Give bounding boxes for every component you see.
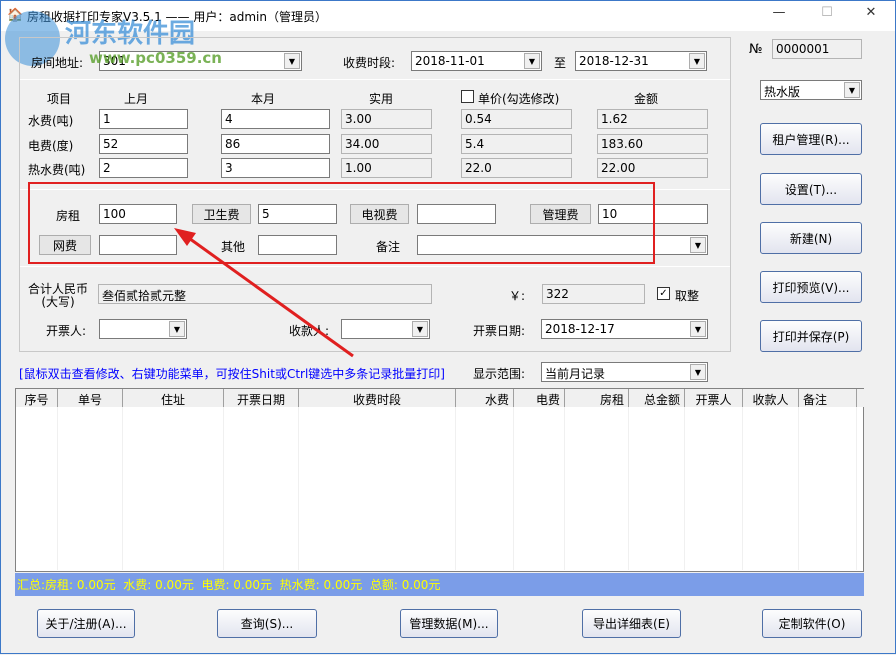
total-caps-label: 合计人民币 (大写) — [28, 283, 88, 309]
round-label: 取整 — [675, 287, 699, 304]
price-edit-checkbox[interactable] — [461, 90, 474, 103]
round-checkbox[interactable]: ✓ — [657, 287, 670, 300]
issuer-combo[interactable]: ▼ — [99, 319, 187, 339]
issuer-label: 开票人: — [46, 322, 86, 339]
column-header[interactable]: 收费时段 — [299, 389, 456, 407]
amount-field: 22.00 — [597, 158, 708, 178]
chevron-down-icon: ▼ — [690, 364, 706, 380]
watermark-url: www.pc0359.cn — [89, 49, 222, 67]
range-combo[interactable]: 当前月记录▼ — [541, 362, 708, 382]
minimize-button[interactable]: — — [764, 5, 794, 20]
period-label: 收费时段: — [343, 54, 395, 71]
chevron-down-icon: ▼ — [524, 53, 540, 69]
tenant-management-button[interactable]: 租户管理(R)... — [760, 123, 862, 155]
print-save-button[interactable]: 打印并保存(P) — [760, 320, 862, 352]
price-field: 5.4 — [461, 134, 572, 154]
price-field: 0.54 — [461, 109, 572, 129]
chevron-down-icon: ▼ — [844, 82, 860, 98]
column-header[interactable]: 水费 — [456, 389, 514, 407]
records-table[interactable]: 序号 单号 住址 开票日期 收费时段 水费 电费 房租 总金额 开票人 收款人 … — [15, 388, 864, 572]
payee-combo[interactable]: ▼ — [341, 319, 430, 339]
total-caps-field: 叁佰贰拾贰元整 — [98, 284, 432, 304]
to-label: 至 — [554, 54, 566, 71]
this-input[interactable]: 86 — [221, 134, 330, 154]
total-amount-field: 322 — [542, 284, 645, 304]
new-button[interactable]: 新建(N) — [760, 222, 862, 254]
amount-field: 1.62 — [597, 109, 708, 129]
column-header[interactable]: 房租 — [565, 389, 629, 407]
print-preview-button[interactable]: 打印预览(V)... — [760, 271, 862, 303]
about-register-button[interactable]: 关于/注册(A)... — [37, 609, 135, 638]
chevron-down-icon: ▼ — [169, 321, 185, 337]
address-label: 房间地址: — [31, 54, 83, 71]
header-used: 实用 — [369, 90, 393, 107]
column-header[interactable]: 收款人 — [743, 389, 799, 407]
period-from-combo[interactable]: 2018-11-01▼ — [411, 51, 542, 71]
amount-field: 183.60 — [597, 134, 708, 154]
edition-combo[interactable]: 热水版▼ — [760, 80, 862, 100]
settings-button[interactable]: 设置(T)... — [760, 173, 862, 205]
header-this: 本月 — [251, 90, 275, 107]
chevron-down-icon: ▼ — [284, 53, 300, 69]
number-label: № — [749, 42, 763, 57]
date-label: 开票日期: — [473, 322, 525, 339]
header-price: 单价(勾选修改) — [478, 90, 559, 107]
receipt-number-field: 0000001 — [772, 39, 862, 59]
chevron-down-icon: ▼ — [690, 321, 706, 337]
row-label: 电费(度) — [28, 137, 73, 154]
chevron-down-icon: ▼ — [690, 237, 706, 253]
used-field: 1.00 — [341, 158, 432, 178]
custom-software-button[interactable]: 定制软件(O) — [762, 609, 862, 638]
period-to-combo[interactable]: 2018-12-31▼ — [575, 51, 707, 71]
payee-label: 收款人: — [289, 322, 329, 339]
maximize-button[interactable]: ☐ — [812, 5, 842, 20]
divider — [20, 79, 730, 80]
query-button[interactable]: 查询(S)... — [217, 609, 317, 638]
highlight-box — [28, 182, 655, 264]
list-hint: [鼠标双击查看修改、右键功能菜单，可按住Shit或Ctrl键选中多条记录批量打印… — [19, 365, 445, 382]
export-detail-button[interactable]: 导出详细表(E) — [582, 609, 681, 638]
used-field: 3.00 — [341, 109, 432, 129]
column-header[interactable]: 单号 — [58, 389, 123, 407]
header-last: 上月 — [124, 90, 148, 107]
used-field: 34.00 — [341, 134, 432, 154]
row-label: 热水费(吨) — [28, 161, 85, 178]
column-header[interactable]: 备注 — [799, 389, 857, 407]
price-field: 22.0 — [461, 158, 572, 178]
summary-bar: 汇总:房租: 0.00元 水费: 0.00元 电费: 0.00元 热水费: 0.… — [15, 573, 864, 596]
divider — [20, 266, 730, 267]
manage-data-button[interactable]: 管理数据(M)... — [400, 609, 498, 638]
last-input[interactable]: 52 — [99, 134, 188, 154]
column-header[interactable]: 总金额 — [629, 389, 685, 407]
this-input[interactable]: 4 — [221, 109, 330, 129]
close-button[interactable]: ✕ — [856, 5, 886, 20]
column-header[interactable]: 电费 — [514, 389, 565, 407]
this-input[interactable]: 3 — [221, 158, 330, 178]
header-amount: 金额 — [634, 90, 658, 107]
chevron-down-icon: ▼ — [689, 53, 705, 69]
last-input[interactable]: 1 — [99, 109, 188, 129]
date-combo[interactable]: 2018-12-17▼ — [541, 319, 708, 339]
header-item: 项目 — [47, 90, 71, 107]
column-header[interactable]: 开票人 — [685, 389, 743, 407]
yen-label: ￥: — [509, 287, 525, 304]
column-header[interactable]: 序号 — [16, 389, 58, 407]
row-label: 水费(吨) — [28, 112, 73, 129]
last-input[interactable]: 2 — [99, 158, 188, 178]
range-label: 显示范围: — [473, 365, 525, 382]
chevron-down-icon: ▼ — [412, 321, 428, 337]
column-header[interactable]: 开票日期 — [224, 389, 299, 407]
column-header[interactable]: 住址 — [123, 389, 224, 407]
